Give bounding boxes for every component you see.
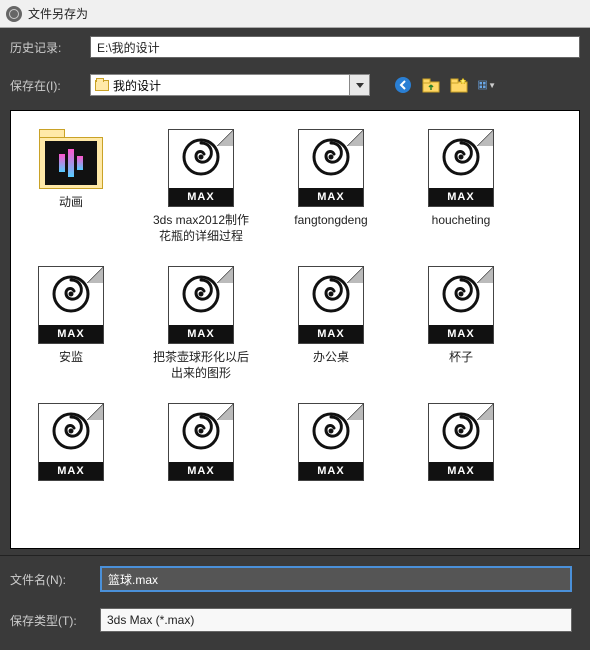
file-label: 办公桌 [313,350,349,366]
view-menu-caret-icon: ▼ [488,81,496,90]
max-logo-icon [45,412,97,450]
save-in-combo[interactable]: 我的设计 [90,74,370,96]
file-item[interactable]: MAX 办公桌 [281,266,381,381]
max-logo-icon [175,138,227,176]
max-file-thumbnail: MAX [428,403,494,481]
max-file-thumbnail: MAX [428,129,494,207]
folder-thumbnail [39,137,103,189]
up-one-level-button[interactable] [422,76,440,94]
save-in-combo-body[interactable]: 我的设计 [90,74,350,96]
file-grid: 动画 MAX 3ds max2012制作花瓶的详细过程 MAX fangtongdeng… [11,111,579,548]
save-in-value: 我的设计 [113,77,161,94]
max-file-thumbnail: MAX [428,266,494,344]
file-item[interactable]: MAX [21,403,121,487]
max-logo-icon [305,412,357,450]
file-label: 把茶壶球形化以后出来的图形 [151,350,251,381]
history-row: 历史记录: [0,28,590,66]
max-badge: MAX [39,325,103,343]
folder-icon [95,80,109,91]
bottom-panel: 文件名(N): 保存类型(T): [0,549,590,650]
up-folder-icon [422,76,440,94]
max-file-thumbnail: MAX [38,266,104,344]
file-item[interactable]: MAX [411,403,511,487]
window-title: 文件另存为 [28,5,88,22]
max-logo-icon [45,275,97,313]
nav-toolbar: ▼ [394,76,496,94]
file-label: 安监 [59,350,83,366]
chevron-down-icon [356,83,364,88]
filename-row: 文件名(N): [0,558,590,600]
max-badge: MAX [429,188,493,206]
max-badge: MAX [299,462,363,480]
max-file-thumbnail: MAX [168,266,234,344]
separator [0,555,590,556]
save-in-dropdown-button[interactable] [350,74,370,96]
save-as-dialog: 文件另存为 历史记录: 保存在(I): 我的设计 [0,0,590,650]
max-logo-icon [305,138,357,176]
new-folder-button[interactable] [450,76,468,94]
max-file-thumbnail: MAX [298,403,364,481]
filename-input[interactable] [100,566,572,592]
file-item[interactable]: MAX 把茶壶球形化以后出来的图形 [151,266,251,381]
file-label: fangtongdeng [294,213,367,229]
max-logo-icon [305,275,357,313]
max-logo-icon [435,275,487,313]
max-badge: MAX [429,325,493,343]
file-list-pane[interactable]: 动画 MAX 3ds max2012制作花瓶的详细过程 MAX fangtongdeng… [10,110,580,549]
file-item[interactable]: MAX 杯子 [411,266,511,381]
max-logo-icon [175,412,227,450]
new-folder-icon [450,76,468,94]
max-badge: MAX [39,462,103,480]
file-item[interactable]: MAX [281,403,381,487]
view-menu-button[interactable]: ▼ [478,76,496,94]
filetype-label: 保存类型(T): [10,612,90,629]
max-logo-icon [435,412,487,450]
max-badge: MAX [169,462,233,480]
view-icon [478,76,487,94]
file-item[interactable]: MAX [151,403,251,487]
file-label: 动画 [59,195,83,211]
folder-item[interactable]: 动画 [21,129,121,244]
file-item[interactable]: MAX 3ds max2012制作花瓶的详细过程 [151,129,251,244]
filetype-row: 保存类型(T): [0,600,590,640]
file-item[interactable]: MAX 安监 [21,266,121,381]
file-label: 杯子 [449,350,473,366]
max-badge: MAX [169,188,233,206]
filetype-combo[interactable] [100,608,572,632]
history-label: 历史记录: [10,39,80,56]
max-logo-icon [175,275,227,313]
save-in-row: 保存在(I): 我的设计 ▼ [0,66,590,104]
back-button[interactable] [394,76,412,94]
history-input[interactable] [90,36,580,58]
save-in-label: 保存在(I): [10,77,80,94]
file-item[interactable]: MAX houcheting [411,129,511,244]
max-badge: MAX [169,325,233,343]
max-badge: MAX [429,462,493,480]
max-file-thumbnail: MAX [38,403,104,481]
file-label: houcheting [432,213,491,229]
titlebar: 文件另存为 [0,0,590,28]
app-icon [6,6,22,22]
max-file-thumbnail: MAX [168,403,234,481]
filename-label: 文件名(N): [10,571,90,588]
max-badge: MAX [299,325,363,343]
max-badge: MAX [299,188,363,206]
file-label: 3ds max2012制作花瓶的详细过程 [151,213,251,244]
max-logo-icon [435,138,487,176]
file-item[interactable]: MAX fangtongdeng [281,129,381,244]
back-icon [394,76,412,94]
max-file-thumbnail: MAX [168,129,234,207]
max-file-thumbnail: MAX [298,129,364,207]
max-file-thumbnail: MAX [298,266,364,344]
